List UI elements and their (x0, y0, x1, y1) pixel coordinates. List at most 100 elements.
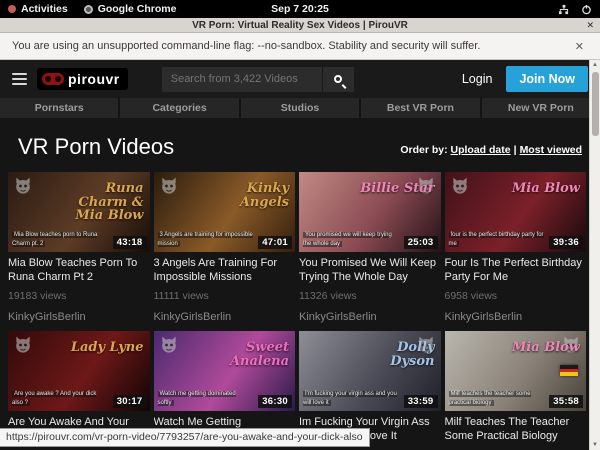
activities-label: Activities (21, 3, 68, 15)
search-icon (334, 75, 342, 83)
browser-title-bar: VR Porn: Virtual Reality Sex Videos | Pi… (0, 18, 600, 33)
site-header: pirouvr Login Join Now (0, 60, 600, 98)
video-studio-link[interactable]: KinkyGirlsBerlin (299, 311, 441, 323)
logo-text: pirouvr (68, 71, 120, 87)
nav-item-categories[interactable]: Categories (120, 98, 238, 118)
scroll-up-icon[interactable]: ▲ (592, 60, 598, 70)
video-title[interactable]: You Promised We Will Keep Trying The Who… (299, 257, 441, 285)
activities-button[interactable]: Activities (8, 3, 68, 15)
duration-badge: 30:17 (113, 395, 147, 408)
power-icon[interactable] (581, 4, 592, 15)
studio-cat-logo-icon (13, 335, 33, 360)
activities-icon (8, 5, 16, 13)
system-top-bar: Activities Google Chrome Sep 7 20:25 (0, 0, 600, 18)
thumbnail-overlay-name: Dolly Dyson (355, 341, 435, 368)
video-card[interactable]: Runa Charm & Mia Blow Mia Blow teaches po… (8, 172, 150, 323)
video-card[interactable]: Billie Star You promised we will keep try… (299, 172, 441, 323)
active-app-label: Google Chrome (98, 3, 177, 15)
thumbnail-caption: 3 Angels are training for impossible mis… (158, 231, 254, 248)
duration-badge: 25:03 (404, 236, 438, 249)
thumbnail-caption: Milf teaches the teacher some practical … (449, 390, 545, 407)
thumbnail-overlay-name: Mia Blow (512, 182, 580, 196)
thumbnail-overlay-name: Sweet Analena (209, 341, 289, 368)
video-thumbnail[interactable]: Mia Blow Milf teaches the teacher some pr… (445, 331, 587, 411)
video-thumbnail[interactable]: Sweet AnalenaWatch me getting dominated … (154, 331, 296, 411)
login-link[interactable]: Login (462, 72, 493, 86)
studio-cat-logo-icon (13, 176, 33, 201)
sandbox-warning-bar: You are using an unsupported command-lin… (0, 33, 600, 60)
nav-item-best-vr-porn[interactable]: Best VR Porn (361, 98, 479, 118)
video-card[interactable]: Mia Blow Milf teaches the teacher some pr… (445, 331, 587, 450)
thumbnail-overlay-name: Runa Charm & Mia Blow (64, 182, 144, 223)
duration-badge: 35:58 (549, 395, 583, 408)
window-title: VR Porn: Virtual Reality Sex Videos | Pi… (192, 20, 408, 31)
thumbnail-overlay-name: Kinky Angels (209, 182, 289, 209)
video-thumbnail[interactable]: Lady Lyne Are you awake ? And your dick a… (8, 331, 150, 411)
video-card[interactable]: Kinky Angels 3 Angels are training for im… (154, 172, 296, 323)
german-flag-icon (560, 365, 578, 376)
video-title[interactable]: Milf Teaches The Teacher Some Practical … (445, 416, 587, 444)
chrome-icon (84, 5, 93, 14)
page-title: VR Porn Videos (18, 134, 174, 160)
thumbnail-caption: You promised we will keep trying the who… (303, 231, 399, 248)
nav-item-studios[interactable]: Studios (241, 98, 359, 118)
scroll-down-icon[interactable]: ▼ (592, 440, 598, 450)
nav-item-new-vr-porn[interactable]: New VR Porn (482, 98, 600, 118)
video-studio-link[interactable]: KinkyGirlsBerlin (445, 311, 587, 323)
thumbnail-caption: I'm fucking your virgin ass and you will… (303, 390, 399, 407)
video-card[interactable]: Mia Blow four is the perfect birthday par… (445, 172, 587, 323)
search-bar (162, 67, 354, 92)
order-by-upload-date-link[interactable]: Upload date (451, 144, 511, 156)
scrollbar-thumb[interactable] (592, 72, 599, 136)
video-thumbnail[interactable]: Kinky Angels 3 Angels are training for im… (154, 172, 296, 252)
video-thumbnail[interactable]: Billie Star You promised we will keep try… (299, 172, 441, 252)
join-now-button[interactable]: Join Now (506, 66, 588, 92)
video-title[interactable]: Mia Blow Teaches Porn To Runa Charm Pt 2 (8, 257, 150, 285)
video-views: 11326 views (299, 290, 441, 302)
thumbnail-caption: Mia Blow teaches porn to Runa Charm pt. … (12, 231, 108, 248)
video-title[interactable]: 3 Angels Are Training For Impossible Mis… (154, 257, 296, 285)
video-thumbnail[interactable]: Runa Charm & Mia Blow Mia Blow teaches po… (8, 172, 150, 252)
warning-message: You are using an unsupported command-lin… (12, 40, 480, 52)
nav-item-pornstars[interactable]: Pornstars (0, 98, 118, 118)
duration-badge: 47:01 (258, 236, 292, 249)
thumbnail-overlay-name: Billie Star (360, 182, 434, 196)
status-bar-url: https://pirouvr.com/vr-porn-video/779325… (0, 428, 370, 447)
video-thumbnail[interactable]: Dolly Dyson I'm fucking your virgin ass a… (299, 331, 441, 411)
video-grid: Runa Charm & Mia Blow Mia Blow teaches po… (8, 172, 586, 450)
duration-badge: 36:30 (258, 395, 292, 408)
thumbnail-overlay-name: Mia Blow (512, 341, 580, 355)
site-logo[interactable]: pirouvr (37, 68, 128, 90)
thumbnail-caption: four is the perfect birthday party for m… (449, 231, 545, 248)
menu-hamburger-icon[interactable] (12, 71, 27, 88)
order-by-controls: Order by: Upload date|Most viewed (400, 144, 582, 160)
video-studio-link[interactable]: KinkyGirlsBerlin (8, 311, 150, 323)
order-by-most-viewed-link[interactable]: Most viewed (520, 144, 582, 156)
duration-badge: 43:18 (113, 236, 147, 249)
clock[interactable]: Sep 7 20:25 (271, 3, 329, 15)
video-views: 19183 views (8, 290, 150, 302)
thumbnail-caption: Are you awake ? And your dick also ? (12, 390, 108, 407)
order-by-label: Order by: (400, 144, 447, 156)
studio-cat-logo-icon (450, 176, 470, 201)
studio-cat-logo-icon (159, 176, 179, 201)
warning-close-icon[interactable]: ✕ (571, 40, 588, 53)
page-content: pirouvr Login Join Now Pornstars Categor… (0, 60, 600, 450)
vertical-scrollbar[interactable]: ▲ ▼ (589, 60, 600, 450)
search-button[interactable] (322, 67, 354, 92)
duration-badge: 39:36 (549, 236, 583, 249)
video-studio-link[interactable]: KinkyGirlsBerlin (154, 311, 296, 323)
network-icon[interactable] (558, 4, 569, 15)
window-close-icon[interactable]: ✕ (586, 21, 594, 30)
video-views: 11111 views (154, 290, 296, 302)
main-nav: Pornstars Categories Studios Best VR Por… (0, 98, 600, 118)
duration-badge: 33:59 (404, 395, 438, 408)
video-title[interactable]: Four Is The Perfect Birthday Party For M… (445, 257, 587, 285)
video-thumbnail[interactable]: Mia Blow four is the perfect birthday par… (445, 172, 587, 252)
video-views: 6958 views (445, 290, 587, 302)
studio-cat-logo-icon (159, 335, 179, 360)
search-input[interactable] (162, 67, 322, 92)
thumbnail-overlay-name: Lady Lyne (71, 341, 144, 355)
active-app-menu[interactable]: Google Chrome (84, 3, 177, 15)
vr-goggles-icon (42, 73, 64, 85)
